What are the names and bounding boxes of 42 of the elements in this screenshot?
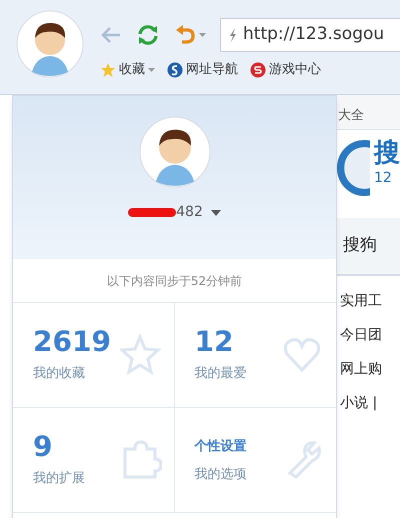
section-title: 搜狗 xyxy=(343,234,377,258)
address-bar[interactable]: http://123.sogou xyxy=(220,18,400,52)
page-link[interactable]: 小说 | xyxy=(340,392,400,414)
lightning-icon xyxy=(229,28,237,42)
stat-number: 2619 xyxy=(33,326,111,358)
swirl-logo-icon xyxy=(167,62,183,78)
page-link[interactable]: 今日团 xyxy=(340,324,400,346)
undo-icon xyxy=(174,24,196,46)
bookmark-item[interactable]: 网址导航 xyxy=(167,60,238,80)
bookmark-item[interactable]: 收藏 xyxy=(100,60,155,80)
tile-title: 个性设置 xyxy=(194,438,246,456)
back-arrow-icon[interactable] xyxy=(100,26,122,44)
caret-icon xyxy=(210,210,221,216)
url-text: http://123.sogou xyxy=(243,23,384,46)
stat-label: 我的扩展 xyxy=(33,470,85,488)
avatar[interactable] xyxy=(16,10,84,78)
stat-tile[interactable]: 12 我的最爱 xyxy=(174,303,336,408)
undo-button[interactable] xyxy=(174,24,206,46)
stat-number: 9 xyxy=(33,431,52,464)
game-logo-icon xyxy=(250,62,266,78)
logo-icon xyxy=(337,138,370,198)
refresh-icon[interactable] xyxy=(136,23,160,47)
stat-tile[interactable]: 2619 我的收藏 xyxy=(13,303,174,408)
stat-label: 我的最爱 xyxy=(194,365,246,384)
logo-subtext: 12 xyxy=(374,169,393,188)
stat-number: 12 xyxy=(194,326,234,358)
sync-note: 以下内容同步于52分钟前 xyxy=(106,272,242,290)
logo-text: 搜 xyxy=(374,138,400,168)
caret-icon xyxy=(199,33,206,37)
star-icon xyxy=(120,334,162,376)
bookmark-item[interactable]: 游戏中心 xyxy=(250,60,321,80)
tab-label[interactable]: 大全 xyxy=(337,86,364,125)
caret-icon xyxy=(148,68,155,72)
stat-label: 我的选项 xyxy=(194,466,246,484)
stat-tile[interactable]: 9 我的扩展 xyxy=(13,408,174,513)
page-link[interactable]: 网上购 xyxy=(340,358,400,380)
username-button[interactable]: 482 xyxy=(128,202,221,223)
stat-tile[interactable]: 个性设置 我的选项 xyxy=(174,408,336,513)
stat-label: 我的收藏 xyxy=(33,365,85,384)
page-link[interactable]: 实用工 xyxy=(340,290,400,312)
star-icon xyxy=(100,62,116,78)
avatar[interactable] xyxy=(138,116,210,188)
